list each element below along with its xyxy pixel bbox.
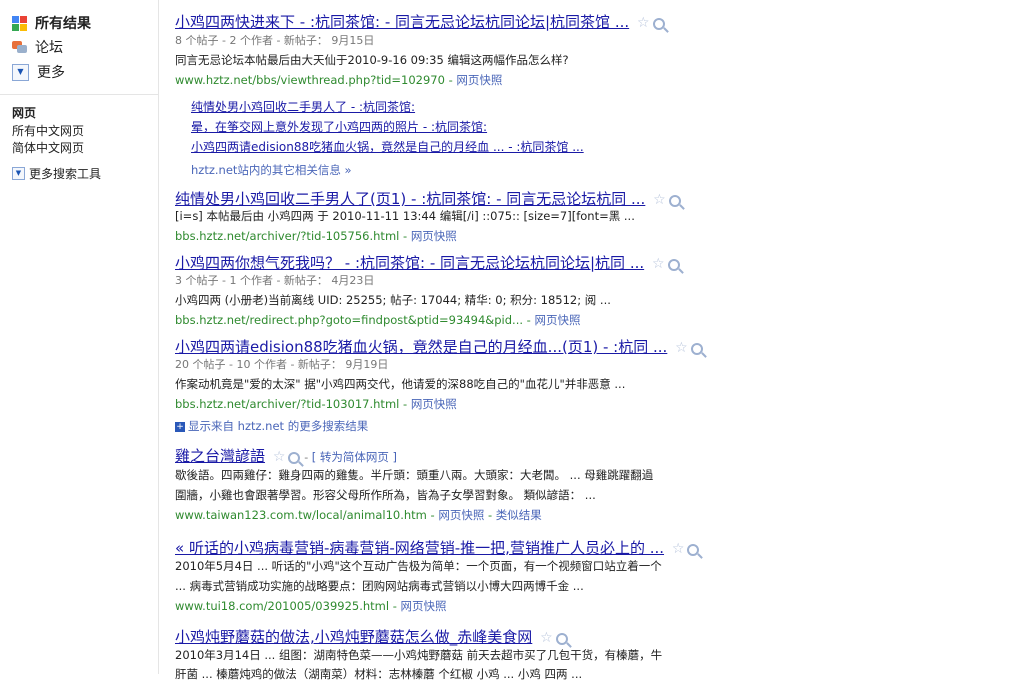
show-more-from-site[interactable]: + 显示来自 hztz.net 的更多搜索结果: [175, 418, 368, 434]
sidebar-divider: [0, 94, 158, 95]
result-title[interactable]: 小鸡四两请edision88吃猪血火锅，竟然是自己的月经血...(页1) - :…: [175, 338, 667, 356]
result-snippet: 同言无忌论坛本帖最后由大天仙于2010-9-16 09:35 编辑这两幅作品怎么…: [175, 53, 569, 67]
result-meta: 8 个帖子 - 2 个作者 - 新帖子： 9月15日: [175, 34, 375, 47]
sidebar-separator: [158, 0, 159, 674]
chevron-down-icon: ▼: [12, 63, 29, 81]
star-icon[interactable]: ☆: [273, 449, 286, 465]
star-icon[interactable]: ☆: [672, 541, 685, 557]
sidebar-item-label: 所有结果: [35, 16, 91, 32]
plus-icon: +: [175, 421, 185, 432]
star-icon[interactable]: ☆: [653, 192, 666, 208]
magnifier-icon[interactable]: [667, 258, 680, 271]
sidebar-item-label: 论坛: [35, 40, 63, 56]
magnifier-icon[interactable]: [687, 543, 700, 556]
result-url: bbs.hztz.net/archiver/?tid-103017.html: [175, 397, 400, 411]
result-snippet: 歇後語。四兩雞仔：雞身四兩的雞隻。半斤頭：頭重八兩。大頭家：大老闆。 ... 母…: [175, 468, 654, 482]
result-title[interactable]: « 听话的小鸡病毒营销-病毒营销-网络营销-推一把,营销推广人员必上的 ...: [175, 539, 664, 557]
result-url-line: bbs.hztz.net/archiver/?tid-105756.html -…: [175, 229, 457, 243]
result-snippet: 肝菌 ... 榛蘑炖鸡的做法（湖南菜）材料：志林榛蘑 个红椒 小鸡 ... 小鸡…: [175, 667, 583, 681]
site-more-link[interactable]: hztz.net站内的其它相关信息 »: [191, 162, 352, 178]
show-more-label: 显示来自 hztz.net 的更多搜索结果: [188, 419, 369, 433]
translate-link[interactable]: [ 转为简体网页 ]: [312, 450, 397, 464]
result-meta: 3 个帖子 - 1 个作者 - 新帖子： 4月23日: [175, 274, 375, 287]
result-url: www.hztz.net/bbs/viewthread.php?tid=1029…: [175, 73, 445, 87]
sidebar-section-title: 网页: [12, 106, 37, 120]
more-search-tools[interactable]: ▼ 更多搜索工具: [12, 165, 101, 182]
chevron-down-icon: ▼: [12, 167, 25, 180]
result-snippet: 作案动机竟是"爱的太深" 据"小鸡四两交代，他请爱的深88吃自己的"血花儿"并非…: [175, 377, 626, 391]
cache-link[interactable]: 网页快照: [401, 599, 447, 613]
sidebar-item-all-results[interactable]: 所有结果: [12, 13, 91, 33]
forum-icon: [12, 40, 27, 55]
result-meta: 20 个帖子 - 10 个作者 - 新帖子： 9月19日: [175, 358, 389, 371]
magnifier-icon[interactable]: [555, 632, 568, 645]
magnifier-icon[interactable]: [668, 194, 681, 207]
star-icon[interactable]: ☆: [637, 15, 650, 31]
left-sidebar: 所有结果 论坛 ▼ 更多 网页 所有中文网页 简体中文网页 ▼ 更多搜索工具: [0, 0, 158, 674]
result-url: www.taiwan123.com.tw/local/animal10.htm: [175, 508, 427, 522]
result-url: www.tui18.com/201005/039925.html: [175, 599, 390, 613]
result-url-line: bbs.hztz.net/redirect.php?goto=findpost&…: [175, 313, 581, 327]
magnifier-icon[interactable]: [690, 342, 703, 355]
result-title[interactable]: 小鸡炖野蘑菇的做法,小鸡炖野蘑菇怎么做_赤峰美食网: [175, 628, 532, 646]
result-title[interactable]: 雞之台灣諺語: [175, 447, 265, 465]
result-url-line: bbs.hztz.net/archiver/?tid-103017.html -…: [175, 397, 457, 411]
star-icon[interactable]: ☆: [675, 340, 688, 356]
all-results-icon: [12, 15, 27, 31]
result-snippet: 2010年3月14日 ... 组图：湖南特色菜——小鸡炖野蘑菇 前天去超市买了几…: [175, 648, 663, 662]
result-url-line: www.tui18.com/201005/039925.html - 网页快照: [175, 599, 447, 613]
result-title[interactable]: 小鸡四两你想气死我吗？ - :杭同茶馆: - 同言无忌论坛杭同论坛|杭同 ...: [175, 254, 644, 272]
cache-link[interactable]: 网页快照: [456, 73, 502, 87]
result-title[interactable]: 小鸡四两快进来下 - :杭同茶馆: - 同言无忌论坛杭同论坛|杭同茶馆 ...: [175, 13, 629, 31]
sidebar-item-label: 更多: [37, 65, 65, 81]
cache-link[interactable]: 网页快照: [534, 313, 580, 327]
sub-result-link[interactable]: 小鸡四两请edision88吃猪血火锅，竟然是自己的月经血 ... - :杭同茶…: [191, 138, 584, 155]
magnifier-icon[interactable]: [652, 17, 665, 30]
star-icon[interactable]: ☆: [540, 630, 553, 646]
result-snippet: 小鸡四两 (小册老)当前离线 UID: 25255; 帖子: 17044; 精华…: [175, 293, 611, 307]
result-snippet: [i=s] 本帖最后由 小鸡四两 于 2010-11-11 13:44 编辑[/…: [175, 209, 635, 223]
similar-link[interactable]: 类似结果: [496, 508, 542, 522]
sidebar-item-simplified[interactable]: 简体中文网页: [12, 139, 84, 156]
sub-result-link[interactable]: 晕，在筝交网上意外发现了小鸡四两的照片 - :杭同茶馆:: [191, 118, 487, 135]
result-snippet: 圍牆，小雞也會跟著學習。形容父母所作所為，皆為子女學習對象。 類似諺語： ...: [175, 488, 596, 502]
cache-link[interactable]: 网页快照: [438, 508, 484, 522]
result-snippet: 2010年5月4日 ... 听话的"小鸡"这个互动广告极为简单：一个页面，有一个…: [175, 559, 662, 573]
result-url-line: www.hztz.net/bbs/viewthread.php?tid=1029…: [175, 73, 503, 87]
sidebar-item-more[interactable]: ▼ 更多: [12, 62, 65, 82]
sub-result-link[interactable]: 纯情处男小鸡回收二手男人了 - :杭同茶馆:: [191, 98, 415, 115]
sidebar-item-forum[interactable]: 论坛: [12, 37, 63, 57]
result-url: bbs.hztz.net/archiver/?tid-105756.html: [175, 229, 400, 243]
result-url: bbs.hztz.net/redirect.php?goto=findpost&…: [175, 313, 523, 327]
result-url-line: www.taiwan123.com.tw/local/animal10.htm …: [175, 508, 542, 522]
result-title[interactable]: 纯情处男小鸡回收二手男人了(页1) - :杭同茶馆: - 同言无忌论坛杭同 ..…: [175, 190, 645, 208]
star-icon[interactable]: ☆: [652, 256, 665, 272]
sidebar-item-all-chinese[interactable]: 所有中文网页: [12, 122, 84, 139]
result-snippet: ... 病毒式营销成功实施的战略要点：团购网站病毒式营销以小博大四两博千金 ..…: [175, 579, 584, 593]
magnifier-icon[interactable]: [288, 451, 301, 464]
cache-link[interactable]: 网页快照: [411, 229, 457, 243]
cache-link[interactable]: 网页快照: [411, 397, 457, 411]
more-tools-label: 更多搜索工具: [29, 167, 102, 181]
